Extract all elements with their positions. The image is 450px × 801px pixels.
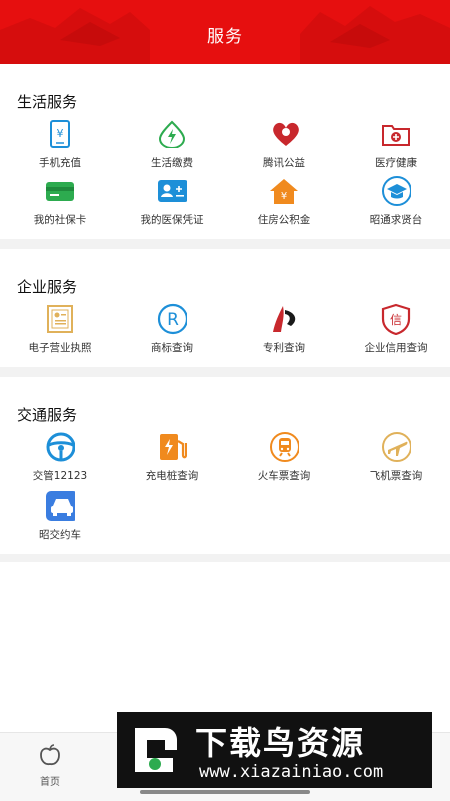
service-housing-fund[interactable]: ¥ 住房公积金: [232, 176, 336, 233]
service-trademark[interactable]: R 商标查询: [120, 303, 224, 361]
section-divider: [0, 367, 450, 377]
section-title-transport: 交通服务: [17, 406, 78, 424]
enterprise-services-section: 企业服务 电子营业执照 R 商标查询 专利查询 信 企业信用查询: [0, 249, 450, 367]
service-tencent-charity[interactable]: 腾讯公益: [232, 119, 336, 176]
service-label: 企业信用查询: [364, 342, 428, 354]
service-mobile-recharge[interactable]: ¥ 手机充值: [8, 119, 112, 176]
business-license-icon: [45, 304, 75, 334]
patent-icon: [269, 304, 299, 334]
service-label: 飞机票查询: [369, 470, 423, 482]
service-patent[interactable]: 专利查询: [232, 304, 336, 361]
service-traffic-12123[interactable]: 交管12123: [8, 432, 112, 489]
page-title: 服务: [207, 27, 243, 47]
service-label: 住房公积金: [257, 214, 311, 226]
credit-query-icon: 信: [381, 303, 411, 335]
medical-health-icon: [381, 119, 411, 149]
section-divider: [0, 554, 450, 562]
section-title-enterprise: 企业服务: [17, 278, 78, 296]
service-label: 昭交约车: [39, 529, 81, 541]
charging-station-icon: [157, 432, 187, 462]
service-flight-ticket[interactable]: 飞机票查询: [344, 432, 448, 489]
header-bar: 服务: [0, 0, 450, 64]
airplane-icon: [381, 432, 411, 462]
tab-home[interactable]: 首页: [28, 743, 72, 788]
home-apple-icon: [40, 744, 60, 766]
service-label: 手机充值: [39, 157, 81, 169]
section-divider: [0, 239, 450, 249]
mobile-recharge-icon: ¥: [45, 119, 75, 149]
service-label: 医疗健康: [375, 157, 417, 169]
svg-text:¥: ¥: [57, 127, 64, 140]
service-medical-insurance-certificate[interactable]: 我的医保凭证: [120, 176, 224, 233]
svg-text:¥: ¥: [281, 191, 287, 202]
service-car-hailing[interactable]: 昭交约车: [8, 491, 112, 548]
service-label: 我的医保凭证: [140, 214, 204, 226]
service-label: 交管12123: [32, 470, 88, 482]
watermark-title: 下载鸟资源: [195, 724, 366, 762]
utility-payment-icon: [157, 119, 187, 149]
talent-recruitment-icon: [381, 176, 411, 206]
tab-home-label: 首页: [40, 777, 60, 788]
service-talent-recruitment[interactable]: 昭通求贤台: [344, 176, 448, 233]
service-label: 商标查询: [151, 342, 193, 354]
service-business-license[interactable]: 电子营业执照: [8, 304, 112, 361]
car-icon: [45, 491, 75, 521]
service-credit-query[interactable]: 信 企业信用查询: [344, 303, 448, 361]
home-indicator: [140, 790, 310, 794]
medical-insurance-certificate-icon: [157, 176, 187, 206]
service-label: 充电桩查询: [145, 470, 199, 482]
social-security-card-icon: [45, 176, 75, 206]
svg-text:R: R: [167, 310, 179, 330]
watermark-url: www.xiazainiao.com: [199, 762, 384, 782]
steering-wheel-icon: [45, 432, 75, 462]
service-label: 火车票查询: [257, 470, 311, 482]
service-label: 电子营业执照: [28, 342, 92, 354]
trademark-icon: R: [157, 303, 187, 335]
service-label: 生活缴费: [151, 157, 193, 169]
service-label: 昭通求贤台: [369, 214, 423, 226]
service-train-ticket[interactable]: 火车票查询: [232, 432, 336, 489]
life-services-section: 生活服务 ¥ 手机充值 生活缴费 腾讯公益 医疗健康 我的社保卡 我的医保凭证 …: [0, 64, 450, 239]
service-medical-health[interactable]: 医疗健康: [344, 119, 448, 176]
service-label: 腾讯公益: [263, 157, 305, 169]
service-label: 我的社保卡: [33, 214, 87, 226]
services-content: 生活服务 ¥ 手机充值 生活缴费 腾讯公益 医疗健康 我的社保卡 我的医保凭证 …: [0, 64, 450, 562]
train-icon: [269, 432, 299, 462]
svg-text:信: 信: [390, 313, 402, 327]
transport-services-section: 交通服务 交管12123 充电桩查询 火车票查询 飞机票查询 昭交约车: [0, 377, 450, 554]
service-social-security-card[interactable]: 我的社保卡: [8, 176, 112, 233]
service-utility-payment[interactable]: 生活缴费: [120, 119, 224, 176]
housing-fund-icon: ¥: [269, 176, 299, 206]
service-charging-station[interactable]: 充电桩查询: [120, 432, 224, 489]
bird-logo-icon: [135, 728, 177, 772]
tencent-charity-icon: [269, 119, 299, 149]
watermark-banner: 下载鸟资源 www.xiazainiao.com: [117, 712, 432, 788]
service-label: 专利查询: [263, 342, 305, 354]
section-title-life: 生活服务: [17, 93, 78, 111]
